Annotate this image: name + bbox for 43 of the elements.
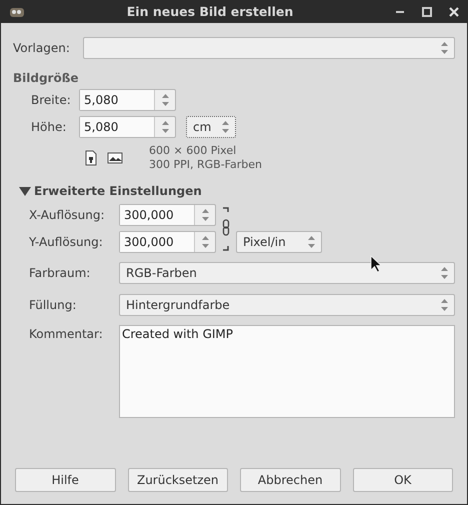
spin-arrows-icon [162,93,168,107]
width-label: Breite: [31,93,72,107]
mouse-cursor-icon [370,255,382,273]
y-resolution-spinbox[interactable]: 300,000 [119,231,216,253]
dialog-button[interactable]: Abbrechen [240,468,340,492]
image-info-text: 600 × 600 Pixel [149,144,238,158]
fill-dropdown[interactable]: Hintergrundfarbe [119,294,455,316]
resolution-unit-dropdown[interactable]: Pixel/in [236,231,322,253]
advanced-expander[interactable]: Erweiterte Einstellungen [19,184,202,198]
color-space-label: Farbraum: [29,266,92,280]
dialog-button[interactable]: Zurücksetzen [128,468,228,492]
dialog-button[interactable]: OK [352,468,453,492]
templates-label: Vorlagen: [13,41,71,55]
window-title: Ein neues Bild erstellen [126,4,294,19]
triangle-icon [19,186,31,196]
updown-arrows-icon [441,41,448,55]
spin-arrows-icon [202,235,208,249]
comment-field[interactable]: Created with GIMP [119,325,455,418]
spin-arrows-icon [162,120,168,134]
updown-arrows-icon [441,266,448,280]
color-space-dropdown[interactable]: RGB-Farben [119,262,455,284]
app-icon [9,6,25,18]
fill-label: Füllung: [29,298,78,312]
close-icon[interactable] [449,6,459,16]
width-spinbox[interactable]: 5,080 [79,89,176,111]
comment-label: Kommentar: [29,327,104,341]
updown-arrows-icon [308,235,315,249]
image-info-text: 300 PPI, RGB-Farben [149,158,262,172]
y-resolution-label: Y-Auflösung: [29,235,104,249]
spin-arrows-icon [202,208,208,222]
x-resolution-spinbox[interactable]: 300,000 [119,204,216,226]
chain-link-icon[interactable] [222,206,230,252]
updown-arrows-icon [441,298,448,312]
height-label: Höhe: [31,120,68,134]
landscape-icon[interactable] [107,152,123,164]
dialog-button[interactable]: Hilfe [15,468,116,492]
x-resolution-label: X-Auflösung: [29,208,106,222]
section-heading: Bildgröße [13,71,78,85]
unit-dropdown[interactable]: cm [186,116,236,138]
maximize-icon[interactable] [421,6,433,16]
updown-arrows-icon [222,120,229,134]
height-spinbox[interactable]: 5,080 [79,116,176,138]
portrait-icon[interactable] [85,150,97,166]
